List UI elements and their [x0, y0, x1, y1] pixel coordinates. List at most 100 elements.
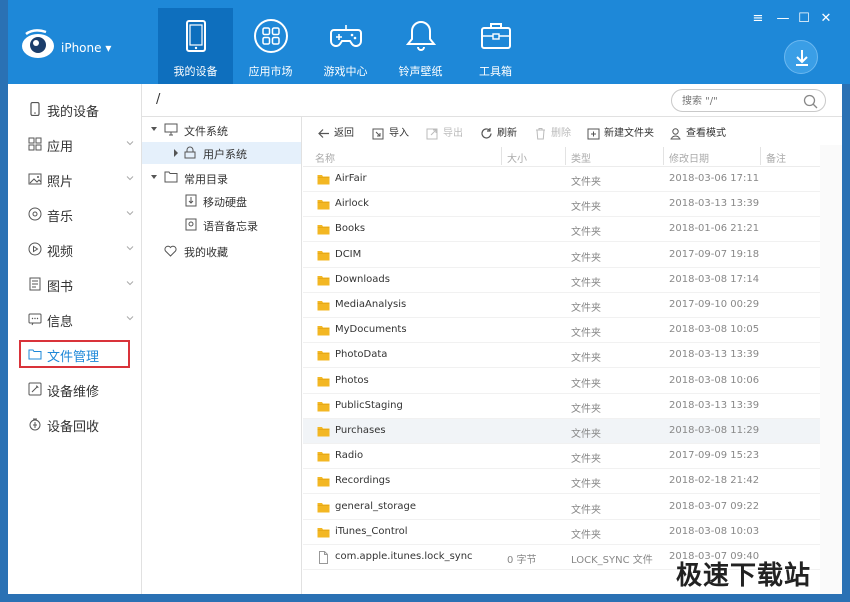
- path-bar: /: [142, 84, 842, 117]
- maximize-button[interactable]: ☐: [796, 12, 812, 26]
- folder-icon: [317, 175, 330, 185]
- tree-node-common-dirs[interactable]: 常用目录: [142, 167, 302, 189]
- tree-label: 语音备忘录: [203, 220, 258, 233]
- file-modified: 2018-03-07 09:22: [669, 500, 760, 512]
- folder-icon: [317, 225, 330, 235]
- tab-label: 游戏中心: [323, 65, 368, 78]
- folder-icon: [317, 527, 330, 538]
- table-row[interactable]: AirFair 文件夹 2018-03-06 17:11: [303, 167, 820, 192]
- folder-icon: [317, 301, 330, 311]
- sidebar-item-my-device[interactable]: 我的设备: [8, 94, 142, 124]
- sidebar-item-label: 照片: [47, 175, 74, 190]
- view-mode-button[interactable]: 查看模式: [669, 124, 726, 140]
- search-icon[interactable]: [803, 94, 818, 109]
- window-frame-left: [0, 0, 8, 602]
- column-header-size[interactable]: 大小: [507, 150, 527, 165]
- table-row[interactable]: Books 文件夹 2018-01-06 21:21: [303, 217, 820, 243]
- table-row[interactable]: DCIM 文件夹 2017-09-07 19:18: [303, 243, 820, 268]
- chevron-down-icon[interactable]: [150, 173, 158, 181]
- column-divider[interactable]: [663, 147, 664, 165]
- file-toolbar: 返回 导入 导出 刷新 删除 新建文件夹 查看模式: [303, 117, 842, 145]
- window-frame-bottom: [0, 594, 850, 602]
- column-header-modified[interactable]: 修改日期: [669, 150, 709, 165]
- sidebar-item-apps[interactable]: 应用: [8, 129, 142, 159]
- tree-label: 文件系统: [184, 125, 228, 138]
- tree-node-voice-memo[interactable]: 语音备忘录: [142, 214, 302, 236]
- tab-app-market[interactable]: 应用市场: [233, 8, 308, 84]
- column-header-name[interactable]: 名称: [315, 150, 335, 165]
- table-row[interactable]: Downloads 文件夹 2018-03-08 17:14: [303, 268, 820, 293]
- export-button[interactable]: 导出: [426, 124, 463, 140]
- tab-game-center[interactable]: 游戏中心: [308, 8, 383, 84]
- delete-button[interactable]: 删除: [534, 124, 571, 140]
- window-frame-right: [842, 84, 850, 602]
- table-row[interactable]: general_storage 文件夹 2018-03-07 09:22: [303, 495, 820, 520]
- table-row[interactable]: PhotoData 文件夹 2018-03-13 13:39: [303, 343, 820, 369]
- file-type: 文件夹: [571, 252, 601, 264]
- sidebar-item-video[interactable]: 视频: [8, 234, 142, 264]
- sidebar-item-device-recycle[interactable]: 设备回收: [8, 409, 142, 439]
- tab-label: 铃声壁纸: [398, 65, 443, 78]
- heart-icon: [164, 245, 177, 257]
- tab-my-device[interactable]: 我的设备: [158, 8, 233, 84]
- download-manager-button[interactable]: [784, 40, 818, 74]
- tablet-icon: [186, 20, 206, 52]
- current-path: /: [156, 92, 161, 107]
- sidebar-item-messages[interactable]: 信息: [8, 304, 142, 334]
- column-header-type[interactable]: 类型: [571, 150, 591, 165]
- export-icon: [426, 128, 438, 139]
- folder-icon: [317, 401, 330, 412]
- tree-node-favorites[interactable]: 我的收藏: [142, 240, 302, 262]
- table-row[interactable]: MyDocuments 文件夹 2018-03-08 10:05: [303, 318, 820, 344]
- search-box[interactable]: [671, 89, 826, 112]
- folder-icon: [317, 477, 330, 487]
- table-row[interactable]: Recordings 文件夹 2018-02-18 21:42: [303, 469, 820, 495]
- chevron-down-icon[interactable]: [150, 125, 158, 133]
- table-row[interactable]: iTunes_Control 文件夹 2018-03-08 10:03: [303, 520, 820, 545]
- image-icon: [28, 173, 42, 185]
- back-button[interactable]: 返回: [317, 124, 354, 140]
- column-divider[interactable]: [565, 147, 566, 165]
- tab-toolbox[interactable]: 工具箱: [458, 8, 533, 84]
- file-name: Radio: [335, 450, 364, 462]
- column-header-note[interactable]: 备注: [766, 150, 786, 165]
- file-type: 文件夹: [571, 479, 601, 491]
- table-row[interactable]: Photos 文件夹 2018-03-08 10:06: [303, 369, 820, 394]
- device-selector[interactable]: iPhone ▾: [61, 41, 111, 55]
- sidebar-item-photos[interactable]: 照片: [8, 164, 142, 194]
- column-divider[interactable]: [501, 147, 502, 165]
- menu-button[interactable]: ≡: [750, 12, 766, 26]
- table-row[interactable]: Purchases 文件夹 2018-03-08 11:29: [303, 419, 820, 444]
- table-header: 名称 大小 类型 修改日期 备注: [303, 145, 842, 167]
- file-modified: 2018-03-08 10:05: [669, 324, 760, 336]
- tree-label: 我的收藏: [184, 246, 228, 259]
- table-row[interactable]: Airlock 文件夹 2018-03-13 13:39: [303, 192, 820, 218]
- table-row[interactable]: PublicStaging 文件夹 2018-03-13 13:39: [303, 394, 820, 419]
- file-type: 文件夹: [571, 202, 601, 214]
- sidebar-item-music[interactable]: 音乐: [8, 199, 142, 229]
- chevron-right-icon[interactable]: [173, 149, 179, 157]
- table-row[interactable]: Radio 文件夹 2017-09-09 15:23: [303, 444, 820, 470]
- folder-outline-icon: [164, 171, 178, 183]
- close-button[interactable]: ✕: [818, 12, 834, 26]
- column-divider[interactable]: [760, 147, 761, 165]
- sidebar-item-books[interactable]: 图书: [8, 269, 142, 299]
- tree-node-user-system[interactable]: 用户系统: [142, 142, 301, 164]
- import-button[interactable]: 导入: [372, 124, 409, 140]
- tree-node-mobile-disk[interactable]: 移动硬盘: [142, 190, 302, 212]
- file-type: 文件夹: [571, 303, 601, 314]
- scrollbar-track[interactable]: [820, 145, 842, 594]
- file-name: AirFair: [335, 173, 367, 184]
- minimize-button[interactable]: —: [775, 12, 791, 26]
- repair-icon: [28, 382, 42, 396]
- usb-drive-icon: [185, 194, 197, 207]
- file-name: Photos: [335, 374, 369, 386]
- new-folder-button[interactable]: 新建文件夹: [587, 124, 654, 140]
- sidebar-item-device-repair[interactable]: 设备维修: [8, 374, 142, 404]
- tab-ringtone-wallpaper[interactable]: 铃声壁纸: [383, 8, 458, 84]
- refresh-button[interactable]: 刷新: [480, 124, 517, 140]
- table-row[interactable]: MediaAnalysis 文件夹 2017-09-10 00:29: [303, 293, 820, 318]
- tree-node-file-system[interactable]: 文件系统: [142, 119, 302, 141]
- app-logo-icon[interactable]: [20, 28, 56, 60]
- search-input[interactable]: [682, 93, 792, 109]
